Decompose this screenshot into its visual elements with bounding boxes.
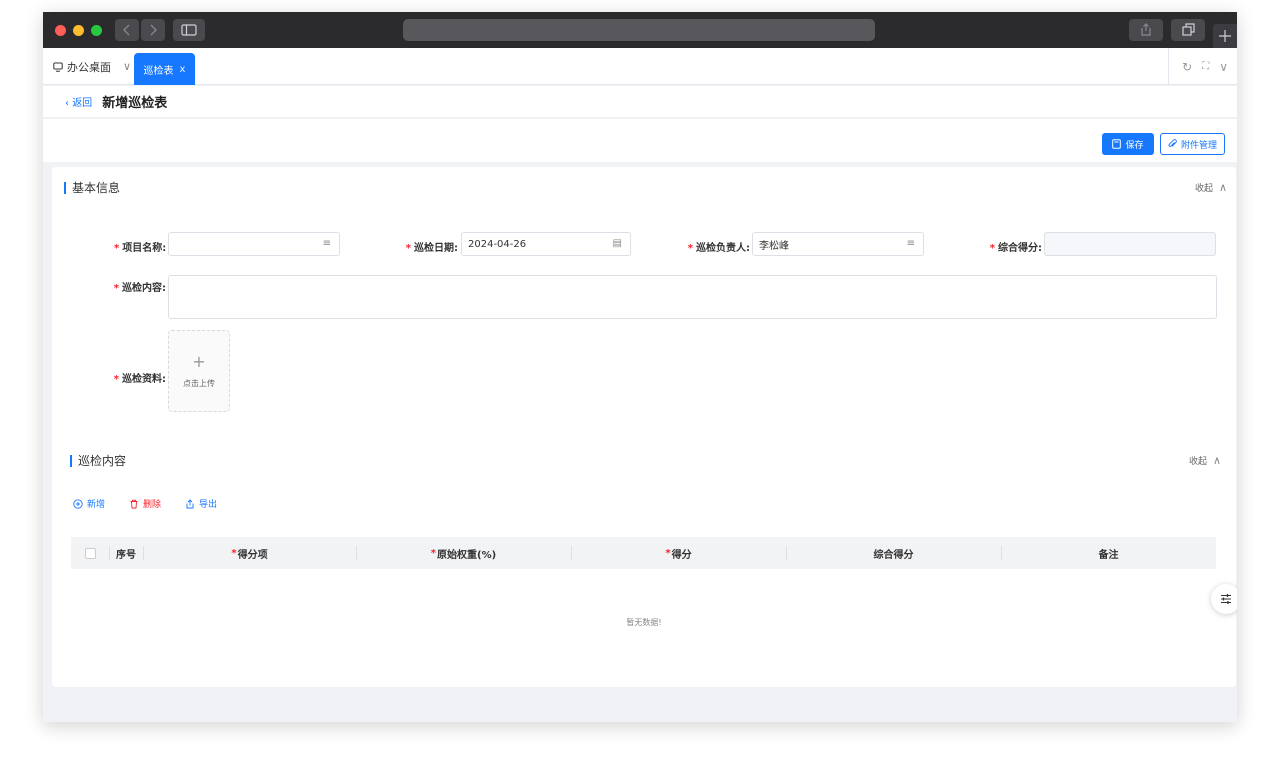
add-row-label: 新增 — [87, 500, 106, 510]
action-bar: 保存 附件管理 — [43, 119, 1237, 162]
tab-strip: 办公桌面 ∨ 巡检表 x ↻ ⛶ ∨ — [43, 48, 1237, 85]
save-button-label: 保存 — [1125, 140, 1144, 151]
tab-home-label: 办公桌面 — [67, 60, 111, 74]
close-tab-icon[interactable]: x — [180, 64, 186, 75]
inspection-date-label: * 巡检日期: — [405, 243, 458, 254]
save-icon — [1112, 139, 1122, 149]
select-all-checkbox[interactable] — [84, 547, 96, 559]
table-toolbar: 新增 删除 导出 — [73, 497, 241, 510]
tab-inspection-label: 巡检表 — [143, 65, 174, 77]
section-inspection-content: 巡检内容 — [70, 452, 126, 469]
settings-float-button[interactable] — [1211, 584, 1237, 614]
new-tab-button[interactable] — [1213, 24, 1237, 48]
sidebar-icon — [181, 24, 197, 36]
chevron-down-icon[interactable]: ∨ — [1219, 60, 1228, 74]
delete-row-button[interactable]: 删除 — [129, 497, 161, 510]
section-title: 基本信息 — [72, 181, 121, 195]
inspection-date-value: 2024-04-26 — [468, 238, 527, 250]
attachment-manage-button[interactable]: 附件管理 — [1160, 133, 1225, 155]
collapse-label: 收起 — [1195, 184, 1214, 194]
chevron-down-icon[interactable]: ∨ — [123, 60, 131, 73]
export-button[interactable]: 导出 — [185, 497, 217, 510]
title-bar — [43, 12, 1237, 48]
chevron-right-icon — [150, 24, 157, 36]
tab-inspection[interactable]: 巡检表 x — [134, 53, 195, 85]
overall-score-field — [1044, 232, 1216, 256]
address-bar[interactable] — [403, 19, 875, 41]
column-header-weight: * 原始权重(%) — [356, 537, 571, 569]
tab-tools: ↻ ⛶ ∨ — [1168, 48, 1233, 85]
section-marker — [70, 454, 72, 467]
calendar-icon: ▤ — [612, 238, 622, 249]
export-icon — [186, 498, 194, 508]
save-button[interactable]: 保存 — [1102, 133, 1154, 155]
section-basic-info: 基本信息 — [64, 179, 120, 196]
paperclip-icon — [1168, 139, 1177, 147]
inspection-content-label: * 巡检内容: — [113, 283, 166, 294]
desktop-icon — [53, 62, 63, 72]
inspection-date-picker[interactable]: 2024-04-26 ▤ — [461, 232, 631, 256]
zoom-window-button[interactable] — [91, 25, 102, 36]
section-marker — [64, 181, 66, 194]
overall-score-label: * 综合得分: — [989, 243, 1042, 254]
column-header-score: * 得分 — [571, 537, 786, 569]
sidebar-toggle-button[interactable] — [173, 19, 205, 41]
filter-icon: ≡ — [322, 238, 331, 249]
minimize-window-button[interactable] — [73, 25, 84, 36]
fullscreen-icon[interactable]: ⛶ — [1202, 61, 1209, 72]
back-link[interactable]: ‹ 返回 — [65, 94, 92, 109]
form-card: 基本信息 收起 ∧ * 项目名称: ≡ * 巡检日期: 2024-04-26 ▤ *… — [52, 167, 1236, 687]
project-name-select[interactable]: ≡ — [168, 232, 340, 256]
inspection-materials-label: * 巡检资料: — [113, 374, 166, 385]
inspection-owner-select[interactable]: 李松峰 ≡ — [752, 232, 924, 256]
add-row-button[interactable]: 新增 — [73, 497, 105, 510]
export-label: 导出 — [199, 500, 218, 510]
chevron-up-icon: ∧ — [1213, 454, 1222, 467]
table-header: 序号 * 得分项 * 原始权重(%) * 得分 综合得分 备注 — [71, 537, 1216, 569]
tab-home[interactable]: 办公桌面 ∨ — [53, 48, 131, 85]
plus-icon: + — [192, 351, 206, 371]
refresh-icon[interactable]: ↻ — [1182, 60, 1192, 74]
upload-label: 点击上传 — [183, 378, 215, 388]
collapse-basic-info[interactable]: 收起 ∧ — [1195, 181, 1227, 194]
column-header-index: 序号 — [109, 537, 143, 569]
delete-row-label: 删除 — [143, 500, 162, 510]
add-circle-icon — [73, 498, 83, 509]
tabs-icon — [1182, 23, 1195, 36]
share-icon — [1141, 23, 1151, 36]
share-button[interactable] — [1129, 19, 1163, 41]
page-header: ‹ 返回 新增巡检表 — [43, 86, 1237, 118]
back-link-label: 返回 — [72, 98, 93, 109]
collapse-label: 收起 — [1189, 457, 1208, 467]
back-nav-button[interactable] — [115, 19, 139, 41]
filter-icon: ≡ — [906, 238, 915, 249]
close-window-button[interactable] — [55, 25, 66, 36]
project-name-label: * 项目名称: — [114, 243, 167, 254]
trash-icon — [130, 499, 138, 508]
attachment-button-label: 附件管理 — [1180, 140, 1217, 151]
section-title: 巡检内容 — [78, 454, 127, 468]
collapse-inspection-content[interactable]: 收起 ∧ — [1189, 454, 1221, 467]
inspection-owner-value: 李松峰 — [759, 240, 789, 252]
column-header-remarks: 备注 — [1001, 537, 1216, 569]
empty-state-text: 暂无数据! — [626, 618, 662, 627]
chevron-left-icon — [123, 24, 130, 36]
inspection-content-textarea[interactable] — [168, 275, 1217, 319]
plus-icon — [1219, 30, 1231, 42]
upload-area[interactable]: + 点击上传 — [168, 330, 230, 412]
chevron-up-icon: ∧ — [1219, 181, 1228, 194]
forward-nav-button[interactable] — [141, 19, 165, 41]
sliders-icon — [1221, 594, 1231, 604]
browser-window: 办公桌面 ∨ 巡检表 x ↻ ⛶ ∨ ‹ 返回 新增巡检表 保存 附件管理 基本… — [43, 12, 1237, 722]
select-all-cell — [71, 537, 109, 569]
page-title: 新增巡检表 — [102, 96, 168, 111]
tabs-overview-button[interactable] — [1171, 19, 1205, 41]
inspection-owner-label: * 巡检负责人: — [687, 243, 750, 254]
column-header-score-item: * 得分项 — [143, 537, 356, 569]
column-header-overall-score: 综合得分 — [786, 537, 1001, 569]
